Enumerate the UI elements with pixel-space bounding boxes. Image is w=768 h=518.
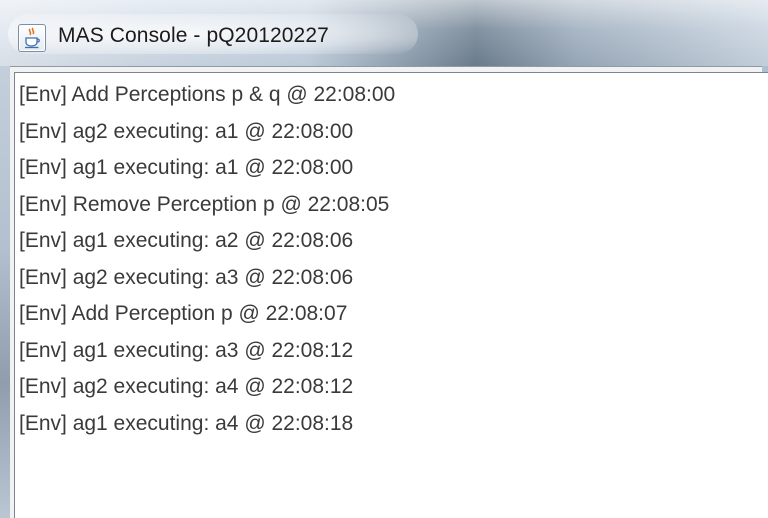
console-line: [Env] ag1 executing: a2 @ 22:08:06 xyxy=(19,229,354,252)
console-line: [Env] ag2 executing: a1 @ 22:08:00 xyxy=(19,119,354,143)
window-title: MAS Console - pQ20120227 xyxy=(58,24,329,47)
mas-console-window: MAS Console - pQ20120227 [Env] Add Perce… xyxy=(0,0,768,518)
console-line: [Env] Remove Perception p @ 22:08:05 xyxy=(19,192,390,216)
title-bar[interactable]: MAS Console - pQ20120227 xyxy=(0,0,768,66)
window-left-border xyxy=(0,66,10,518)
console-line: [Env] Add Perceptions p & q @ 22:08:00 xyxy=(19,83,396,106)
console-line: [Env] ag1 executing: a4 @ 22:08:18 xyxy=(19,411,354,435)
console-line: [Env] ag1 executing: a3 @ 22:08:12 xyxy=(19,338,354,362)
console-log-list: [Env] Add Perceptions p & q @ 22:08:00 [… xyxy=(19,79,395,444)
java-cup-icon[interactable] xyxy=(18,24,46,52)
console-line: [Env] ag2 executing: a3 @ 22:08:06 xyxy=(19,265,354,289)
console-line: [Env] ag2 executing: a4 @ 22:08:12 xyxy=(19,375,354,398)
console-line: [Env] ag1 executing: a1 @ 22:08:00 xyxy=(19,156,354,179)
console-output-area[interactable]: [Env] Add Perceptions p & q @ 22:08:00 [… xyxy=(14,72,768,518)
console-line: [Env] Add Perception p @ 22:08:07 xyxy=(19,302,348,325)
